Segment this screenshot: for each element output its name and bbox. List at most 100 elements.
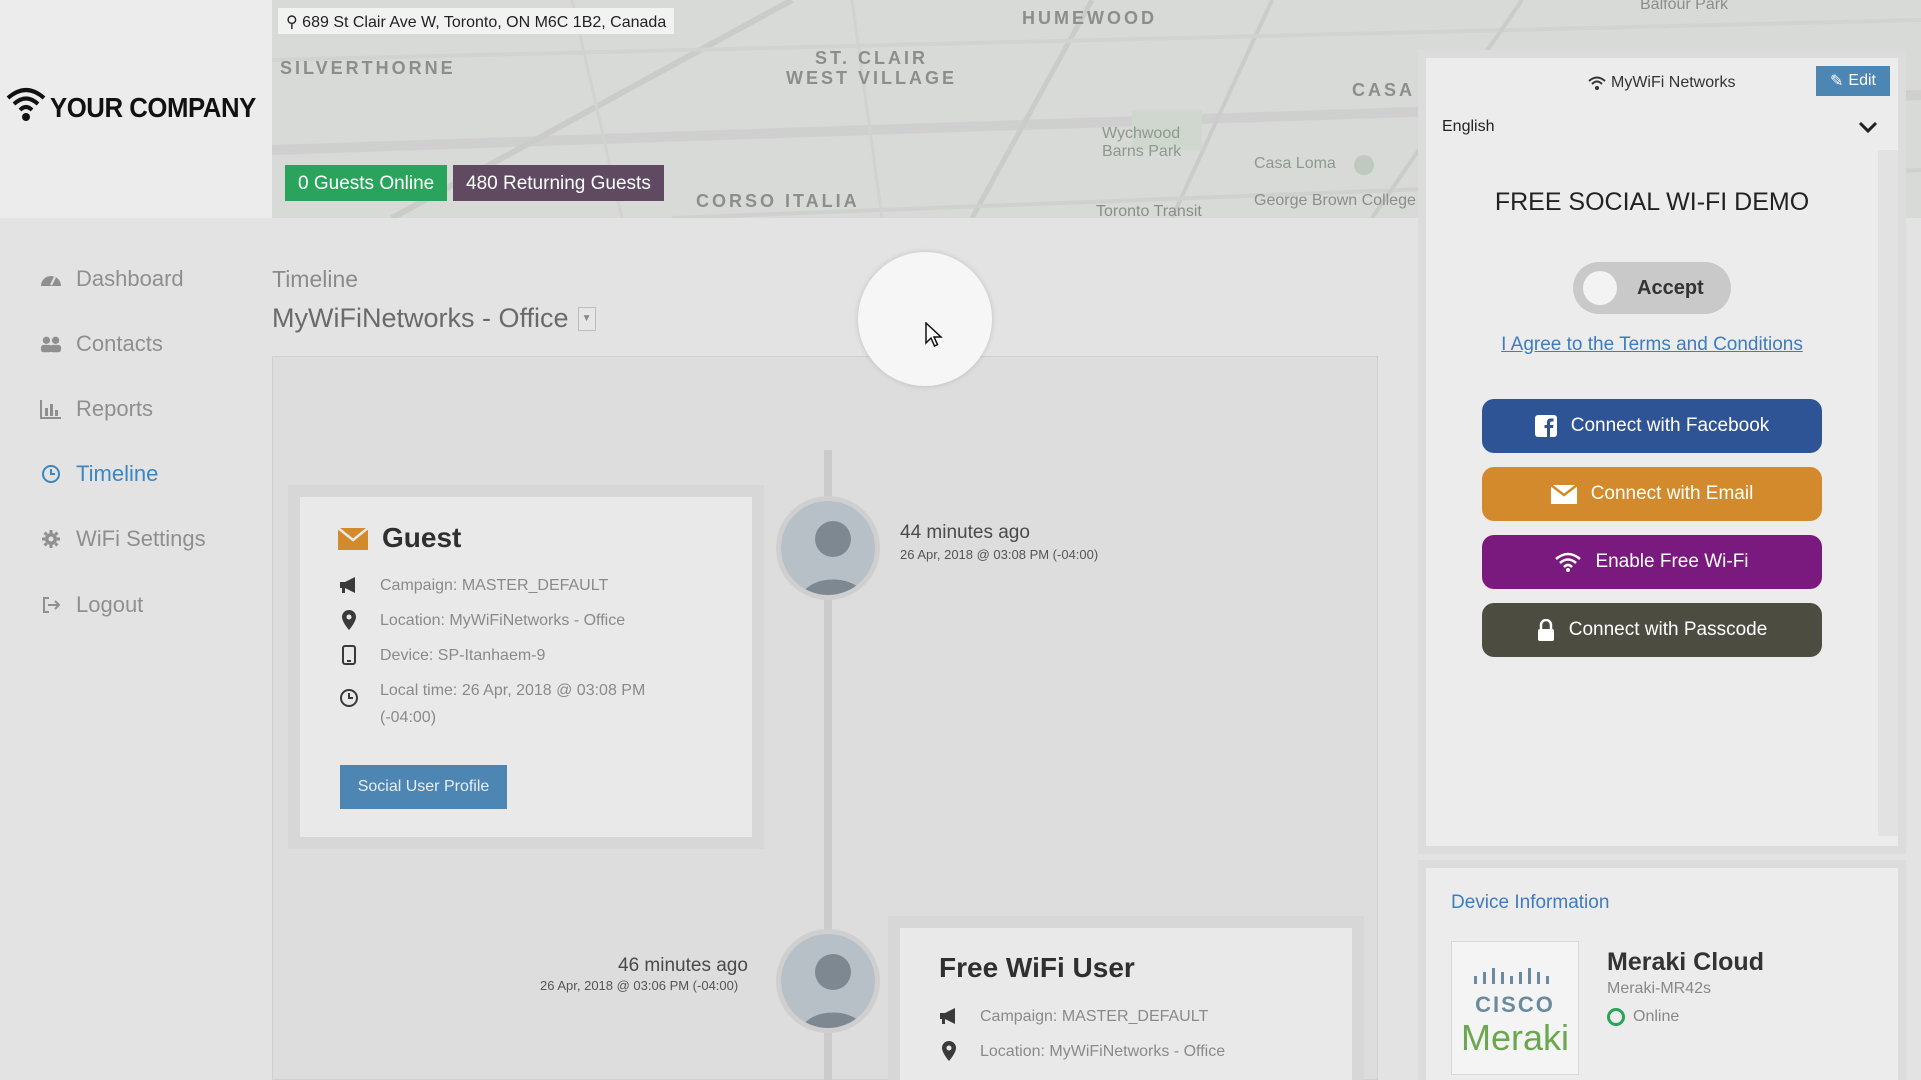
campaign-row: Campaign: MASTER_DEFAULT: [338, 572, 608, 599]
timeline-timestamp: 26 Apr, 2018 @ 03:06 PM (-04:00): [540, 978, 739, 993]
campaign-row: Campaign: MASTER_DEFAULT: [938, 1003, 1208, 1030]
sidebar-item-contacts[interactable]: Contacts: [40, 324, 163, 364]
wifi-icon: [1588, 76, 1606, 90]
map-label-george-brown: George Brown College: [1254, 192, 1416, 209]
company-logo[interactable]: YOUR COMPANY: [0, 0, 272, 218]
button-label: Enable Free Wi-Fi: [1595, 551, 1749, 572]
wifi-icon: [1555, 552, 1582, 572]
connect-facebook-button[interactable]: Connect with Facebook: [1482, 399, 1822, 453]
device-information-panel: Device Information CISCO Meraki Meraki C…: [1426, 868, 1898, 1080]
map-label-balfour: Balfour Park: [1640, 0, 1729, 13]
avatar[interactable]: [776, 496, 880, 600]
svg-text:Meraki: Meraki: [1461, 1017, 1569, 1058]
terms-link[interactable]: I Agree to the Terms and Conditions: [1426, 334, 1878, 356]
connect-email-button[interactable]: Connect with Email: [1482, 467, 1822, 521]
device-row: Device: SP-Itanhaem-9: [338, 642, 545, 669]
sidebar-item-wifi-settings[interactable]: WiFi Settings: [40, 519, 206, 559]
mobile-icon: [338, 644, 360, 666]
map-pin-icon: ⚲: [286, 14, 303, 31]
logout-icon: [40, 594, 62, 616]
guests-online-badge[interactable]: 0 Guests Online: [285, 165, 448, 201]
splash-network-name: MyWiFi Networks: [1588, 74, 1735, 92]
sidebar-item-reports[interactable]: Reports: [40, 389, 153, 429]
map-label-toronto-transit: Toronto Transit: [1096, 203, 1202, 218]
svg-text:CISCO: CISCO: [1475, 992, 1555, 1017]
map-label-corso-italia: CORSO ITALIA: [696, 191, 860, 211]
location-text: Location: MyWiFiNetworks - Office: [380, 612, 626, 629]
edit-label: Edit: [1848, 72, 1876, 89]
map-label-casa-loma: Casa Loma: [1254, 155, 1336, 172]
map-pin-icon: [338, 609, 360, 631]
sidebar-item-label: Logout: [76, 592, 144, 617]
map-label-barns-park: Barns Park: [1102, 143, 1182, 160]
accept-label: Accept: [1637, 276, 1704, 299]
local-time-row: Local time: 26 Apr, 2018 @ 03:08 PM (-04…: [338, 677, 698, 731]
map-label-wychwood: Wychwood: [1102, 125, 1181, 142]
cisco-meraki-logo: CISCO Meraki: [1451, 941, 1579, 1075]
device-name: Meraki Cloud: [1607, 948, 1764, 976]
timeline-card-title: Free WiFi User: [939, 952, 1135, 983]
sidebar-item-timeline[interactable]: Timeline: [40, 454, 158, 494]
page-title: Timeline: [272, 266, 359, 292]
location-selected-value: MyWiFiNetworks - Office: [272, 303, 569, 333]
map-label-silverthorne: SILVERTHORNE: [280, 58, 456, 78]
chevron-down-icon[interactable]: ▼: [577, 306, 596, 331]
timeline-time-ago: 46 minutes ago: [618, 955, 748, 976]
returning-guests-badge[interactable]: 480 Returning Guests: [453, 165, 664, 201]
sidebar: Dashboard Contacts Reports Timeline WiFi…: [0, 219, 255, 1080]
local-time-text: Local time: 26 Apr, 2018 @ 03:08 PM (-04…: [380, 682, 646, 726]
location-row: Location: MyWiFiNetworks - Office: [938, 1038, 1225, 1065]
lock-icon: [1537, 619, 1555, 641]
click-indicator: [858, 252, 992, 386]
sidebar-item-label: Contacts: [76, 331, 163, 356]
timeline-card: Guest Campaign: MASTER_DEFAULT Location:…: [300, 497, 752, 837]
chevron-down-icon: [1858, 121, 1878, 134]
envelope-icon: [337, 527, 369, 555]
sidebar-item-logout[interactable]: Logout: [40, 585, 143, 625]
timeline-timestamp: 26 Apr, 2018 @ 03:08 PM (-04:00): [900, 547, 1099, 562]
location-row: Location: MyWiFiNetworks - Office: [338, 607, 625, 634]
sidebar-item-dashboard[interactable]: Dashboard: [40, 259, 184, 299]
status-online-icon: [1607, 1008, 1625, 1026]
network-label: MyWiFi Networks: [1611, 74, 1736, 91]
enable-free-wifi-button[interactable]: Enable Free Wi-Fi: [1482, 535, 1822, 589]
edit-button[interactable]: ✎ Edit: [1816, 66, 1890, 96]
wifi-icon: [6, 88, 46, 121]
location-text: Location: MyWiFiNetworks - Office: [980, 1043, 1226, 1060]
device-text: Device: SP-Itanhaem-9: [380, 647, 546, 664]
facebook-icon: [1534, 415, 1557, 437]
pencil-icon: ✎: [1830, 73, 1844, 90]
sidebar-item-label: Dashboard: [76, 266, 184, 291]
dashboard-icon: [40, 268, 62, 290]
clock-icon: [338, 687, 360, 709]
company-name: YOUR COMPANY: [50, 92, 256, 123]
language-select[interactable]: English: [1442, 112, 1878, 142]
sidebar-item-label: WiFi Settings: [76, 526, 206, 551]
timeline-time-ago: 44 minutes ago: [900, 522, 1030, 543]
avatar[interactable]: [776, 929, 880, 1033]
device-model: Meraki-MR42s: [1607, 980, 1712, 997]
sidebar-item-label: Reports: [76, 396, 154, 421]
status-text: Online: [1633, 1008, 1680, 1025]
button-label: Connect with Passcode: [1568, 619, 1768, 640]
splash-scrollbar[interactable]: [1878, 150, 1898, 836]
splash-title: FREE SOCIAL WI-FI DEMO: [1494, 188, 1810, 216]
map-label-st-clair: ST. CLAIR: [815, 48, 929, 68]
campaign-text: Campaign: MASTER_DEFAULT: [380, 577, 609, 594]
envelope-icon: [1550, 484, 1577, 504]
connect-passcode-button[interactable]: Connect with Passcode: [1482, 603, 1822, 657]
users-icon: [40, 333, 62, 355]
sidebar-item-label: Timeline: [76, 461, 159, 486]
social-user-profile-button[interactable]: Social User Profile: [340, 765, 507, 809]
location-dropdown[interactable]: MyWiFiNetworks - Office ▼: [272, 303, 596, 334]
bar-chart-icon: [40, 398, 62, 420]
button-label: Connect with Email: [1590, 483, 1754, 504]
map-address: ⚲ 689 St Clair Ave W, Toronto, ON M6C 1B…: [278, 8, 675, 34]
language-value: English: [1442, 118, 1495, 135]
address-text: 689 St Clair Ave W, Toronto, ON M6C 1B2,…: [302, 14, 667, 31]
map-label-west-village: WEST VILLAGE: [786, 68, 957, 88]
accept-toggle[interactable]: Accept: [1573, 262, 1731, 314]
button-label: Connect with Facebook: [1570, 415, 1770, 436]
status-badge: Online: [1607, 1008, 1679, 1026]
timeline-card-title: Guest: [382, 522, 462, 553]
